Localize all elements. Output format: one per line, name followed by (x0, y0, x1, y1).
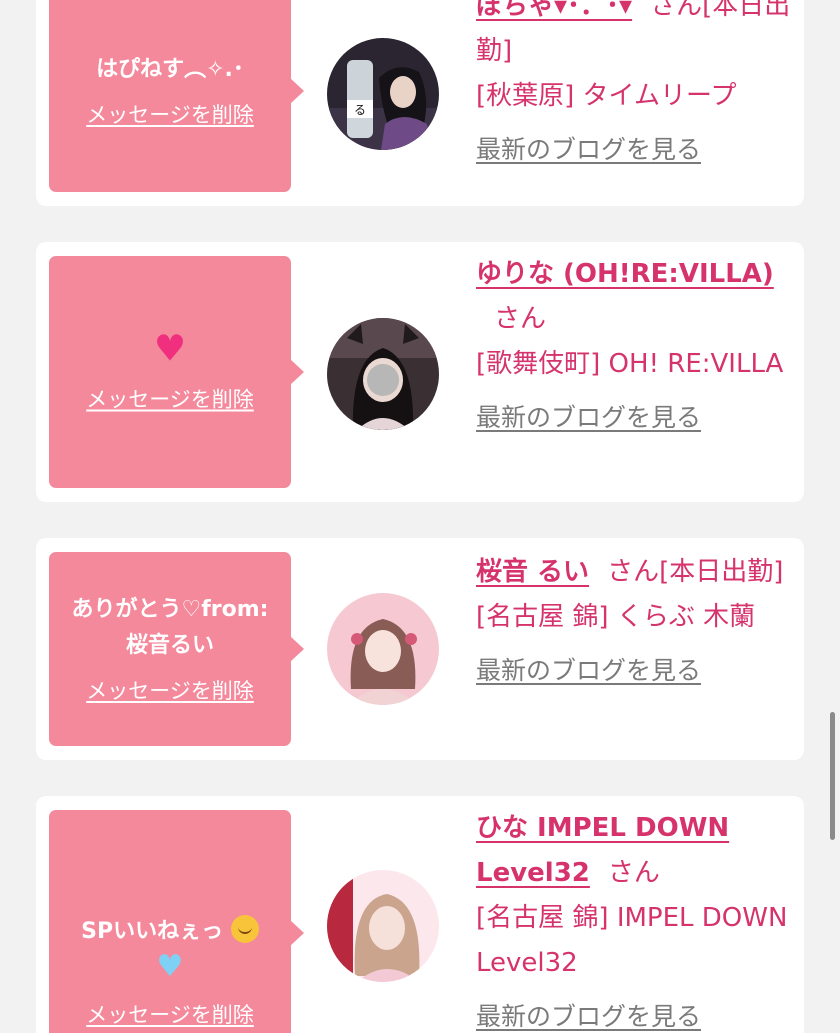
message-list: はぴねす︵✧.･ メッセージを削除 る ぽちゃ▾･．･▾ さん[本日出勤] [秋葉… (0, 0, 840, 1033)
message-text: はぴねす︵✧.･ (96, 57, 244, 82)
delete-message-link[interactable]: メッセージを削除 (86, 100, 254, 130)
shop-name: [歌舞伎町] OH! RE:VILLA (476, 349, 784, 379)
cast-info: 桜音 るい さん[本日出勤] [名古屋 錦] くらぶ 木蘭 最新のブログを見る (476, 550, 796, 694)
latest-blog-link[interactable]: 最新のブログを見る (476, 656, 701, 685)
avatar-photo (327, 318, 439, 430)
blue-heart-icon: ♥ (156, 949, 184, 984)
avatar-photo (327, 870, 439, 982)
honorific: さん (607, 557, 660, 587)
pink-heart-icon: ♥ (153, 328, 187, 370)
shop-name: [名古屋 錦] くらぶ 木蘭 (476, 602, 756, 632)
message-text: ありがとう♡from: 桜音るい (71, 597, 269, 658)
avatar[interactable]: る (327, 38, 439, 150)
smiling-face-icon (230, 915, 259, 943)
honorific: さん (650, 0, 703, 21)
shop-name: [名古屋 錦] IMPEL DOWN Level32 (476, 903, 788, 978)
message-card: SPいいねぇっ ♥ メッセージを削除 ひな IMPEL DOWN Level32… (36, 796, 804, 1033)
message-text: SPいいねぇっ (81, 919, 224, 944)
avatar-photo (327, 593, 439, 705)
cast-info: ゆりな (OH!RE:VILLA)さん [歌舞伎町] OH! RE:VILLA … (476, 252, 796, 441)
scrollbar[interactable] (830, 712, 835, 840)
message-bubble: ありがとう♡from: 桜音るい メッセージを削除 (49, 552, 304, 746)
delete-message-link[interactable]: メッセージを削除 (86, 1000, 254, 1030)
shop-name: [秋葉原] タイムリープ (476, 81, 737, 111)
cast-info: ぽちゃ▾･．･▾ さん[本日出勤] [秋葉原] タイムリープ 最新のブログを見る (476, 0, 796, 173)
avatar-photo: る (327, 38, 439, 150)
message-bubble: ♥ メッセージを削除 (49, 256, 304, 488)
message-card: ありがとう♡from: 桜音るい メッセージを削除 桜音 るい さん[本日出勤] … (36, 538, 804, 760)
honorific: さん (607, 858, 660, 888)
shift-status: [本日出勤] (659, 557, 784, 587)
latest-blog-link[interactable]: 最新のブログを見る (476, 1002, 701, 1031)
svg-text:る: る (354, 103, 366, 117)
latest-blog-link[interactable]: 最新のブログを見る (476, 403, 701, 432)
cast-name-link[interactable]: 桜音 るい (476, 557, 589, 587)
avatar[interactable] (327, 870, 439, 982)
message-bubble: SPいいねぇっ ♥ メッセージを削除 (49, 810, 304, 1033)
avatar[interactable] (327, 593, 439, 705)
delete-message-link[interactable]: メッセージを削除 (86, 385, 254, 415)
cast-name-link[interactable]: ひな IMPEL DOWN Level32 (476, 813, 729, 888)
cast-name-link[interactable]: ぽちゃ▾･．･▾ (476, 0, 632, 21)
avatar[interactable] (327, 318, 439, 430)
message-card: はぴねす︵✧.･ メッセージを削除 る ぽちゃ▾･．･▾ さん[本日出勤] [秋葉… (36, 0, 804, 206)
latest-blog-link[interactable]: 最新のブログを見る (476, 135, 701, 164)
honorific: さん (494, 304, 547, 334)
message-card: ♥ メッセージを削除 ゆりな (OH!RE:VILLA) さん [歌舞伎町] OH… (36, 242, 804, 502)
cast-info: ひな IMPEL DOWN Level32 さん [名古屋 錦] IMPEL DO… (476, 806, 796, 1033)
cast-name-link[interactable]: ゆりな (OH!RE:VILLA) (476, 259, 774, 289)
delete-message-link[interactable]: メッセージを削除 (86, 676, 254, 706)
message-bubble: はぴねす︵✧.･ メッセージを削除 (49, 0, 304, 192)
